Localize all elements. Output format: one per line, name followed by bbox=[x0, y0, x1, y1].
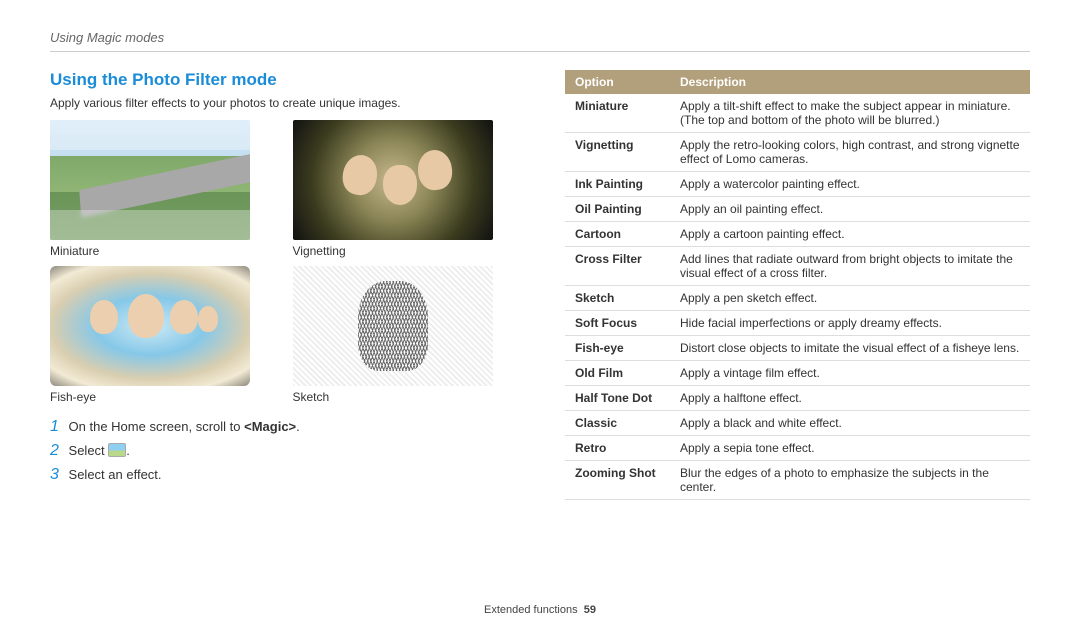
description-cell: Apply an oil painting effect. bbox=[670, 197, 1030, 222]
table-row: CartoonApply a cartoon painting effect. bbox=[565, 222, 1030, 247]
page-title: Using the Photo Filter mode bbox=[50, 70, 515, 90]
caption-miniature: Miniature bbox=[50, 244, 273, 258]
th-option: Option bbox=[565, 70, 670, 94]
step-bold: <Magic> bbox=[244, 419, 296, 434]
description-cell: Apply a halftone effect. bbox=[670, 386, 1030, 411]
description-cell: Apply a cartoon painting effect. bbox=[670, 222, 1030, 247]
table-row: Half Tone DotApply a halftone effect. bbox=[565, 386, 1030, 411]
thumb-fisheye-wrap: Fish-eye bbox=[50, 266, 273, 404]
caption-sketch: Sketch bbox=[293, 390, 516, 404]
option-cell: Soft Focus bbox=[565, 311, 670, 336]
description-cell: Apply a black and white effect. bbox=[670, 411, 1030, 436]
table-row: Cross FilterAdd lines that radiate outwa… bbox=[565, 247, 1030, 286]
table-row: Soft FocusHide facial imperfections or a… bbox=[565, 311, 1030, 336]
step-2: 2 Select . bbox=[50, 442, 515, 460]
page-number: 59 bbox=[584, 604, 596, 616]
description-cell: Add lines that radiate outward from brig… bbox=[670, 247, 1030, 286]
options-table: Option Description MiniatureApply a tilt… bbox=[565, 70, 1030, 500]
option-cell: Classic bbox=[565, 411, 670, 436]
intro-text: Apply various filter effects to your pho… bbox=[50, 96, 515, 110]
option-cell: Oil Painting bbox=[565, 197, 670, 222]
description-cell: Apply a vintage film effect. bbox=[670, 361, 1030, 386]
table-row: Ink PaintingApply a watercolor painting … bbox=[565, 172, 1030, 197]
description-cell: Distort close objects to imitate the vis… bbox=[670, 336, 1030, 361]
thumb-sketch bbox=[293, 266, 493, 386]
description-cell: Apply a watercolor painting effect. bbox=[670, 172, 1030, 197]
step-number: 1 bbox=[50, 418, 59, 435]
table-row: Zooming ShotBlur the edges of a photo to… bbox=[565, 461, 1030, 500]
option-cell: Zooming Shot bbox=[565, 461, 670, 500]
description-cell: Hide facial imperfections or apply dream… bbox=[670, 311, 1030, 336]
step-1: 1 On the Home screen, scroll to <Magic>. bbox=[50, 418, 515, 436]
option-cell: Sketch bbox=[565, 286, 670, 311]
step-3: 3 Select an effect. bbox=[50, 466, 515, 484]
option-cell: Retro bbox=[565, 436, 670, 461]
option-cell: Fish-eye bbox=[565, 336, 670, 361]
step-text: On the Home screen, scroll to bbox=[69, 419, 245, 434]
table-row: Fish-eyeDistort close objects to imitate… bbox=[565, 336, 1030, 361]
option-cell: Half Tone Dot bbox=[565, 386, 670, 411]
table-row: Old FilmApply a vintage film effect. bbox=[565, 361, 1030, 386]
option-cell: Miniature bbox=[565, 94, 670, 133]
table-row: Oil PaintingApply an oil painting effect… bbox=[565, 197, 1030, 222]
photo-grid: Miniature Vignetting Fish-eye Sketch bbox=[50, 120, 515, 404]
option-cell: Cartoon bbox=[565, 222, 670, 247]
table-row: VignettingApply the retro-looking colors… bbox=[565, 133, 1030, 172]
option-cell: Old Film bbox=[565, 361, 670, 386]
option-cell: Ink Painting bbox=[565, 172, 670, 197]
option-cell: Vignetting bbox=[565, 133, 670, 172]
page-footer: Extended functions 59 bbox=[0, 604, 1080, 616]
description-cell: Apply a tilt-shift effect to make the su… bbox=[670, 94, 1030, 133]
th-description: Description bbox=[670, 70, 1030, 94]
right-column: Option Description MiniatureApply a tilt… bbox=[565, 70, 1030, 500]
table-row: SketchApply a pen sketch effect. bbox=[565, 286, 1030, 311]
footer-label: Extended functions bbox=[484, 604, 578, 616]
caption-vignetting: Vignetting bbox=[293, 244, 516, 258]
divider bbox=[50, 51, 1030, 52]
thumb-vignetting-wrap: Vignetting bbox=[293, 120, 516, 258]
table-row: ClassicApply a black and white effect. bbox=[565, 411, 1030, 436]
thumb-miniature-wrap: Miniature bbox=[50, 120, 273, 258]
thumb-miniature bbox=[50, 120, 250, 240]
section-label: Using Magic modes bbox=[50, 30, 1030, 45]
description-cell: Apply a sepia tone effect. bbox=[670, 436, 1030, 461]
step-text: Select bbox=[69, 443, 109, 458]
step-number: 2 bbox=[50, 442, 59, 459]
step-text: Select an effect. bbox=[69, 467, 162, 482]
step-number: 3 bbox=[50, 466, 59, 483]
photo-filter-icon bbox=[108, 443, 126, 457]
thumb-fisheye bbox=[50, 266, 250, 386]
table-row: MiniatureApply a tilt-shift effect to ma… bbox=[565, 94, 1030, 133]
left-column: Using the Photo Filter mode Apply variou… bbox=[50, 70, 515, 500]
description-cell: Apply the retro-looking colors, high con… bbox=[670, 133, 1030, 172]
table-row: RetroApply a sepia tone effect. bbox=[565, 436, 1030, 461]
caption-fisheye: Fish-eye bbox=[50, 390, 273, 404]
option-cell: Cross Filter bbox=[565, 247, 670, 286]
description-cell: Apply a pen sketch effect. bbox=[670, 286, 1030, 311]
thumb-sketch-wrap: Sketch bbox=[293, 266, 516, 404]
thumb-vignetting bbox=[293, 120, 493, 240]
steps-list: 1 On the Home screen, scroll to <Magic>.… bbox=[50, 418, 515, 484]
description-cell: Blur the edges of a photo to emphasize t… bbox=[670, 461, 1030, 500]
